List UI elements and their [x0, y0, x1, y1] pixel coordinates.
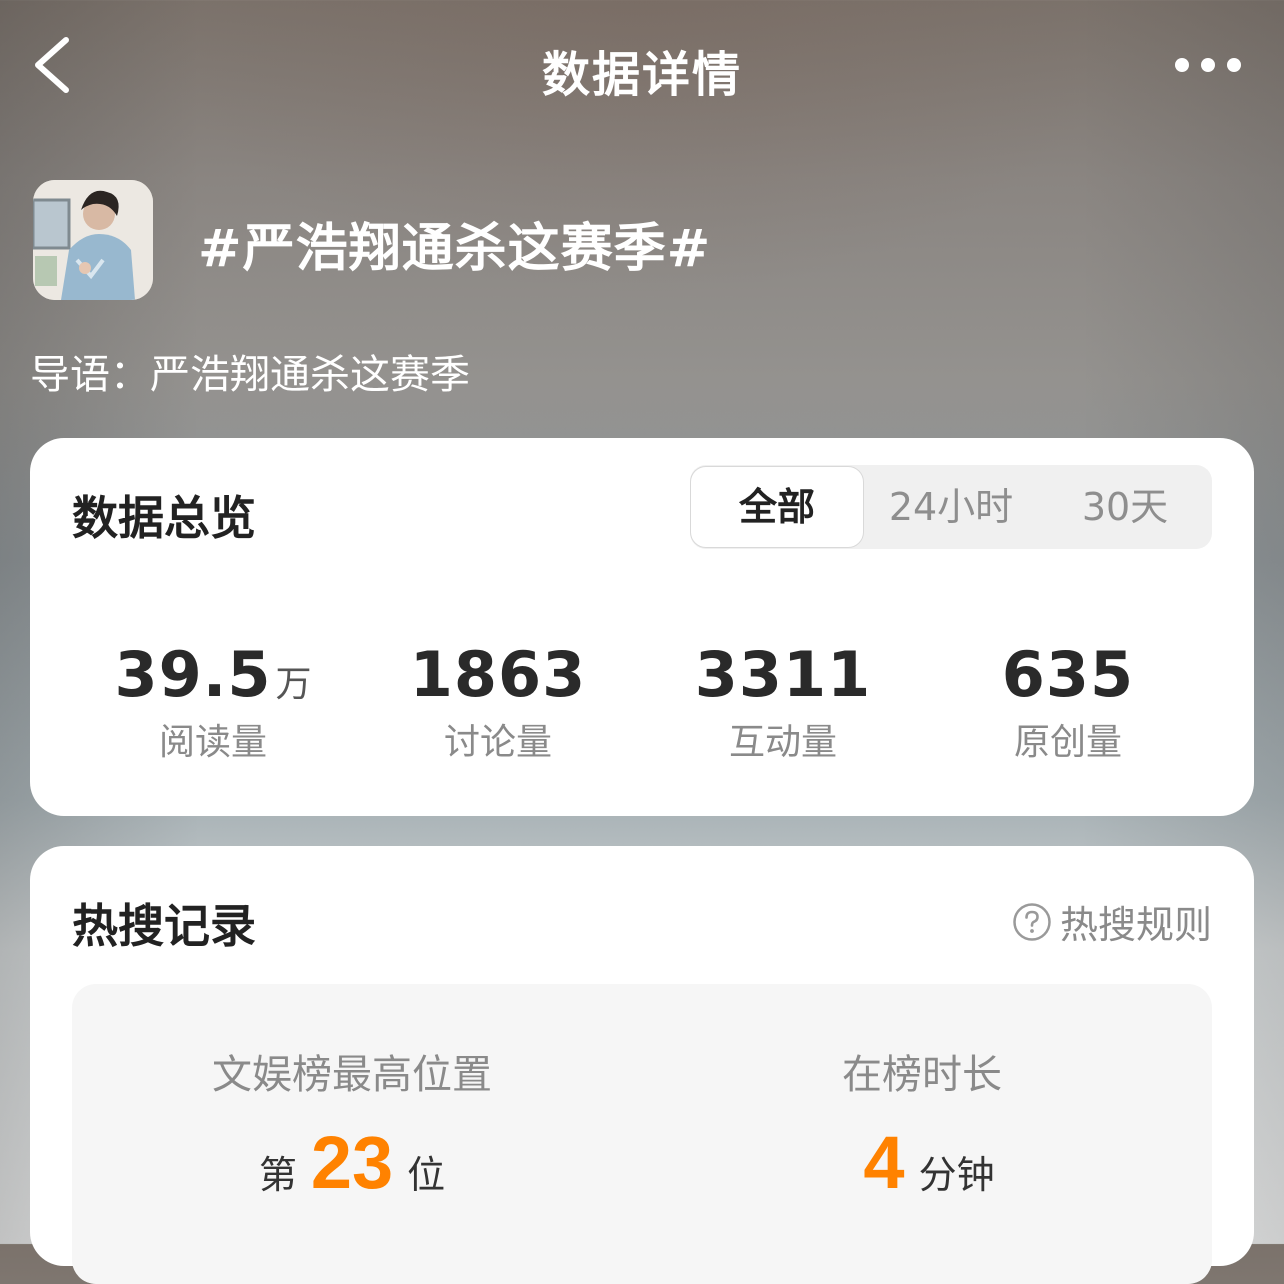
- tab-30-days[interactable]: 30天: [1038, 465, 1212, 549]
- hot-search-rules-label: 热搜规则: [1060, 903, 1213, 947]
- time-range-segmented-control: 全部 24小时 30天: [690, 465, 1212, 549]
- data-overview-card: 数据总览 全部 24小时 30天 39.5 万 阅读量 1863 讨论量 3311…: [30, 438, 1254, 816]
- stat-label: 原创量: [1013, 722, 1122, 763]
- time-on-list-metric: 在榜时长 4 分钟: [642, 1042, 1202, 1205]
- stat-value: 1863: [409, 638, 587, 711]
- highest-position-label: 文娱榜最高位置: [212, 1052, 492, 1098]
- duration-value: 4: [863, 1121, 905, 1204]
- page-title: 数据详情: [541, 47, 742, 103]
- stat-original-posts: 635 原创量: [918, 638, 1218, 765]
- stat-reads: 39.5 万 阅读量: [63, 638, 363, 765]
- stat-label: 阅读量: [158, 722, 267, 763]
- topic-avatar[interactable]: [33, 180, 153, 300]
- stat-discussions: 1863 讨论量: [348, 638, 648, 765]
- stat-value: 3311: [694, 638, 872, 711]
- topic-intro: 导语：严浩翔通杀这赛季: [30, 352, 470, 398]
- duration-unit: 分钟: [918, 1153, 995, 1197]
- more-dots-icon[interactable]: [1170, 50, 1246, 80]
- hot-search-record-card: 热搜记录 热搜规则 文娱榜最高位置 第 23 位 在榜时长 4 分钟: [30, 846, 1254, 1284]
- rank-prefix: 第: [258, 1153, 297, 1197]
- stat-unit: 万: [275, 664, 312, 705]
- stat-label: 互动量: [728, 722, 837, 763]
- hot-search-stats-panel: 文娱榜最高位置 第 23 位 在榜时长 4 分钟: [72, 984, 1212, 1284]
- highest-position-metric: 文娱榜最高位置 第 23 位: [72, 1042, 632, 1205]
- hot-search-title: 热搜记录: [72, 899, 256, 953]
- tab-all[interactable]: 全部: [690, 466, 864, 548]
- overview-title: 数据总览: [72, 491, 256, 545]
- navigation-bar: 数据详情: [0, 0, 1284, 135]
- stat-value: 635: [1001, 638, 1135, 711]
- hot-search-rules-link[interactable]: 热搜规则: [1012, 894, 1212, 947]
- stat-interactions: 3311 互动量: [633, 638, 933, 765]
- stat-value: 39.5: [114, 638, 272, 711]
- topic-title: #严浩翔通杀这赛季#: [198, 219, 712, 279]
- question-circle-icon: [1013, 902, 1051, 941]
- time-on-list-label: 在榜时长: [842, 1052, 1002, 1098]
- tab-24-hours[interactable]: 24小时: [864, 465, 1038, 549]
- rank-suffix: 位: [407, 1153, 446, 1197]
- stat-label: 讨论量: [443, 722, 552, 763]
- rank-value: 23: [310, 1121, 394, 1204]
